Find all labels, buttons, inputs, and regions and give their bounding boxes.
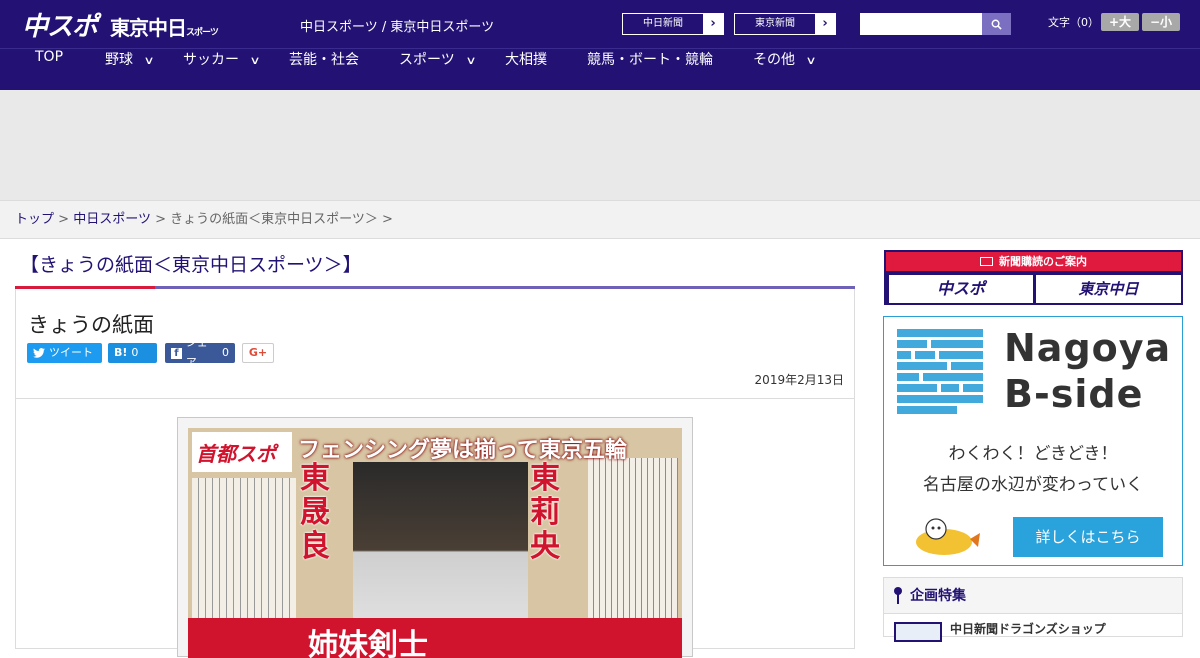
nav-item-other[interactable]: その他 ∨ — [753, 49, 817, 91]
nav-item-label: TOP — [35, 49, 64, 65]
nav-item-top[interactable]: TOP — [35, 49, 63, 91]
pin-icon — [894, 587, 902, 604]
tweet-button[interactable]: ツイート — [27, 343, 102, 363]
nav-item-label: サッカー — [183, 52, 239, 68]
tweet-label: ツイート — [49, 346, 93, 359]
article: きょうの紙面 ツイート B! 0 f シェア 0 G+ 2019年2月13日 首… — [15, 289, 855, 658]
chevron-right-icon: › — [822, 16, 828, 31]
article-divider — [16, 398, 854, 399]
hatena-count: 0 — [131, 346, 139, 359]
nav-item-sports[interactable]: スポーツ ∨ — [399, 49, 477, 91]
breadcrumb: トップ > 中日スポーツ > きょうの紙面＜東京中日スポーツ＞ > — [0, 200, 1200, 239]
subscribe-tokyo-chunichi-button[interactable]: 東京中日 — [1036, 275, 1181, 303]
nav-item-label: 野球 — [105, 52, 133, 68]
breadcrumb-separator: > — [58, 212, 70, 227]
subscription-header: 新聞購読のご案内 — [886, 252, 1181, 271]
breadcrumb-current: きょうの紙面＜東京中日スポーツ＞ — [170, 212, 378, 227]
facebook-share-label: シェア — [185, 336, 208, 369]
nav-item-soccer[interactable]: サッカー ∨ — [183, 49, 261, 91]
main-nav: TOP 野球 ∨ サッカー ∨ 芸能・社会 スポーツ ∨ 大相撲 競馬・ボート・競輪 … — [0, 48, 1200, 90]
twitter-icon — [33, 348, 45, 358]
facebook-share-count: 0 — [222, 346, 229, 359]
hatena-bookmark-button[interactable]: B! 0 — [108, 343, 157, 363]
hatena-icon: B! — [114, 346, 128, 359]
nav-item-baseball[interactable]: 野球 ∨ — [105, 49, 155, 91]
bside-title: Nagoya B-side — [1004, 325, 1171, 417]
fried-shrimp-mascot-icon — [916, 518, 980, 555]
facebook-share-button[interactable]: f シェア 0 — [165, 336, 235, 369]
google-plus-icon: G+ — [248, 346, 268, 359]
breadcrumb-home-link[interactable]: トップ — [15, 212, 54, 227]
shuto-supo-logo: 首都スポ — [192, 432, 292, 472]
feature-specials-heading: 企画特集 — [884, 578, 1182, 614]
chunichi-shimbun-link[interactable]: 中日新聞 › — [622, 13, 724, 35]
subscribe-chuspo-button[interactable]: 中スポ — [889, 275, 1033, 303]
newspaper-icon — [980, 257, 993, 266]
publish-date: 2019年2月13日 — [754, 373, 844, 387]
search-icon — [991, 19, 1002, 30]
newspaper-name-left: 東晟良 — [300, 461, 330, 564]
section-title: 【きょうの紙面＜東京中日スポーツ＞】 — [20, 254, 362, 276]
site-header: 中スポ 東京中日スポーツ 中日スポーツ / 東京中日スポーツ 中日新聞 › 東京… — [0, 0, 1200, 48]
bside-copy-line1: わくわく！どきどき！ — [948, 444, 1118, 464]
feature-specials-title: 企画特集 — [910, 588, 966, 604]
nav-item-racing[interactable]: 競馬・ボート・競輪 — [587, 49, 713, 91]
newspaper-name-right: 東莉央 — [530, 461, 560, 564]
subscription-header-label: 新聞購読のご案内 — [999, 255, 1087, 268]
feature-item-dragons-shop[interactable]: 中日新聞ドラゴンズショップ — [894, 620, 1106, 642]
nav-item-sumo[interactable]: 大相撲 — [505, 49, 547, 91]
feature-thumbnail — [894, 622, 942, 642]
feature-specials: 企画特集 中日新聞ドラゴンズショップ — [883, 577, 1183, 642]
nav-item-label: その他 — [753, 52, 795, 68]
newspaper-bottom-banner: 姉妹剣士 — [188, 618, 682, 658]
chevron-down-icon: ∨ — [465, 54, 477, 67]
search-button[interactable] — [982, 13, 1011, 35]
paper-link-label: 東京新聞 — [735, 14, 815, 34]
font-larger-button[interactable]: +大 — [1101, 13, 1139, 31]
nav-item-label: 大相撲 — [505, 52, 547, 68]
tokyo-logo-suffix: スポーツ — [186, 28, 219, 38]
bside-title-line2: B-side — [1004, 372, 1144, 416]
chevron-right-icon: › — [710, 16, 716, 31]
nav-item-label: 競馬・ボート・競輪 — [587, 52, 713, 68]
subscription-banner: 新聞購読のご案内 中スポ 東京中日 — [884, 250, 1183, 305]
newspaper-column-text — [588, 458, 678, 628]
breadcrumb-separator: > — [155, 212, 166, 227]
breadcrumb-separator: > — [382, 212, 393, 227]
font-size-label: 文字（0） — [1048, 16, 1099, 29]
newspaper-headline: フェンシング夢は揃って東京五輪 — [298, 437, 627, 463]
paper-link-label: 中日新聞 — [623, 14, 703, 34]
bside-copy-line2: 名古屋の水辺が変わっていく — [922, 475, 1144, 495]
chevron-down-icon: ∨ — [805, 54, 817, 67]
nav-item-label: スポーツ — [399, 52, 455, 68]
nav-item-label: 芸能・社会 — [289, 52, 359, 68]
chevron-down-icon: ∨ — [143, 54, 155, 67]
google-plus-button[interactable]: G+ — [242, 343, 274, 363]
newspaper-bottom-text: 姉妹剣士 — [308, 628, 428, 658]
brick-logo-icon — [897, 329, 983, 414]
tokyo-logo-main: 東京中日 — [110, 16, 187, 40]
tokyo-chunichi-logo[interactable]: 東京中日スポーツ — [110, 12, 219, 41]
feature-item-label: 中日新聞ドラゴンズショップ — [950, 622, 1106, 636]
nav-item-entertainment[interactable]: 芸能・社会 — [289, 49, 359, 91]
ad-space — [0, 90, 1200, 200]
tokyo-shimbun-link[interactable]: 東京新聞 › — [734, 13, 836, 35]
bside-title-line1: Nagoya — [1004, 326, 1172, 370]
chevron-down-icon: ∨ — [249, 54, 261, 67]
chuspo-logo[interactable]: 中スポ — [22, 6, 98, 43]
breadcrumb-section-link[interactable]: 中日スポーツ — [73, 212, 151, 227]
facebook-icon: f — [171, 347, 182, 359]
search-input[interactable] — [860, 13, 982, 35]
site-name: 中日スポーツ / 東京中日スポーツ — [300, 20, 495, 35]
bside-details-button[interactable]: 詳しくはこちら — [1013, 517, 1163, 557]
newspaper-front-page-image[interactable]: 首都スポ フェンシング夢は揃って東京五輪 東晟良 東莉央 姉妹剣士 — [177, 417, 693, 658]
nagoya-bside-ad[interactable]: Nagoya B-side わくわく！どきどき！ 名古屋の水辺が変わっていく 詳… — [883, 316, 1183, 566]
newspaper-page: 首都スポ フェンシング夢は揃って東京五輪 東晟良 東莉央 姉妹剣士 — [188, 428, 682, 658]
font-smaller-button[interactable]: −小 — [1142, 13, 1180, 31]
article-title: きょうの紙面 — [28, 313, 154, 337]
